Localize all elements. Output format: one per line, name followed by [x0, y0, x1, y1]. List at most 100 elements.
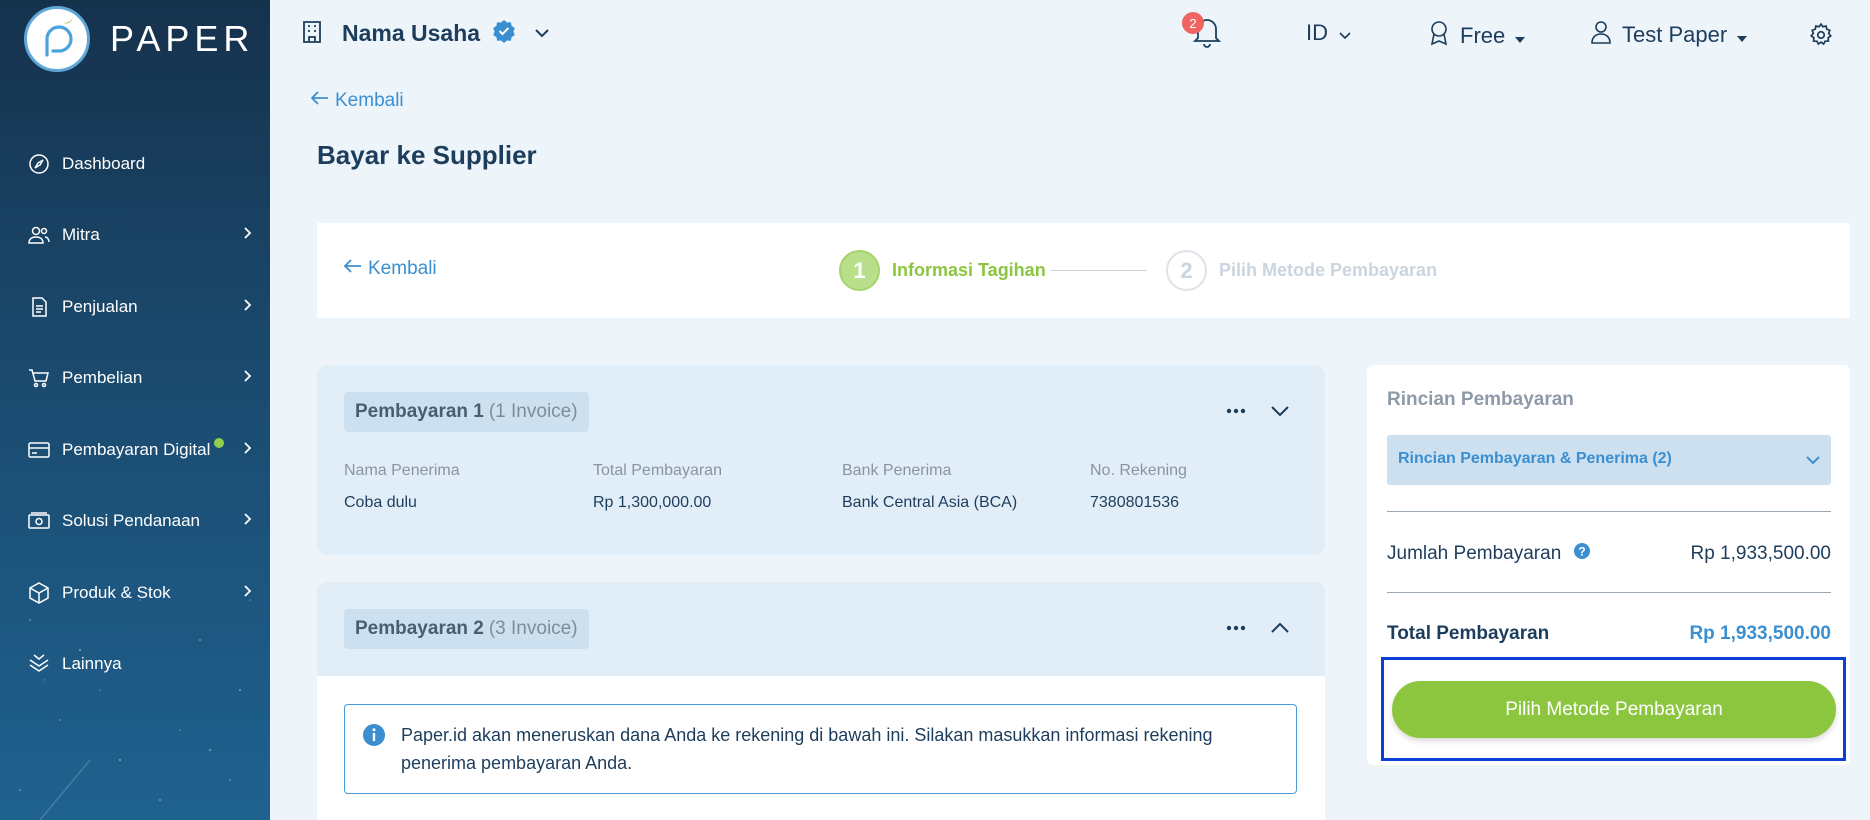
- sidebar-item-produk-stok[interactable]: Produk & Stok: [0, 557, 270, 629]
- payment-title: Pembayaran 2: [355, 618, 484, 639]
- chevron-down-icon: [1338, 20, 1352, 46]
- total-row: Total Pembayaran Rp 1,933,500.00: [1387, 623, 1831, 645]
- recipient-bank: Bank Central Asia (BCA): [842, 494, 1018, 511]
- sidebar-item-solusi-pendanaan[interactable]: Solusi Pendanaan: [0, 486, 270, 558]
- chevron-right-icon: [242, 297, 252, 317]
- notification-button[interactable]: 2: [1182, 12, 1222, 53]
- sidebar-item-label: Dashboard: [62, 153, 146, 173]
- notification-badge: 2: [1182, 12, 1204, 34]
- caret-down-icon: [1515, 23, 1526, 49]
- amount-value: Rp 1,933,500.00: [1690, 543, 1831, 564]
- chevron-right-icon: [242, 511, 252, 531]
- sidebar-item-mitra[interactable]: Mitra: [0, 200, 270, 272]
- chevron-right-icon: [242, 583, 252, 603]
- sidebar-item-dashboard[interactable]: Dashboard: [0, 128, 270, 200]
- payment-title: Pembayaran 1: [355, 401, 484, 422]
- stack-icon: [26, 651, 52, 677]
- payment-title-tag: Pembayaran 1 (1 Invoice): [344, 392, 589, 432]
- chevron-right-icon: [242, 368, 252, 388]
- step-number: 1: [839, 250, 880, 291]
- stepper: Kembali 1 Informasi Tagihan 2 Pilih Meto…: [317, 223, 1850, 318]
- column-label: No. Rekening: [1090, 462, 1187, 479]
- recipient-name: Coba dulu: [344, 494, 417, 511]
- amount-row: Jumlah Pembayaran ? Rp 1,933,500.00: [1387, 542, 1831, 566]
- business-name: Nama Usaha: [342, 20, 481, 46]
- sidebar-item-label: Penjualan: [62, 296, 138, 316]
- cart-icon: [26, 365, 52, 391]
- payment-card-1: Pembayaran 1 (1 Invoice) Nama Penerima T…: [317, 365, 1325, 555]
- column-label: Nama Penerima: [344, 462, 460, 479]
- info-icon: [362, 723, 386, 752]
- users-icon: [26, 222, 52, 248]
- business-selector[interactable]: Nama Usaha: [300, 18, 550, 49]
- paper-logo-icon: [24, 6, 90, 72]
- card-icon: [26, 437, 52, 463]
- user-icon: [1590, 20, 1612, 50]
- sidebar-item-label: Pembelian: [62, 368, 143, 388]
- box-icon: [26, 580, 52, 606]
- step-informasi-tagihan: 1 Informasi Tagihan: [839, 250, 1046, 291]
- sidebar-item-lainnya[interactable]: Lainnya: [0, 629, 270, 701]
- payment-total: Rp 1,300,000.00: [593, 494, 712, 511]
- amount-label: Jumlah Pembayaran: [1387, 543, 1562, 564]
- brand[interactable]: PAPER: [24, 6, 254, 72]
- sidebar-nav: Dashboard Mitra Penjualan Pembelian Pemb…: [0, 128, 270, 700]
- sidebar-item-label: Solusi Pendanaan: [62, 511, 201, 531]
- divider: [1387, 511, 1831, 512]
- sidebar-item-label: Produk & Stok: [62, 582, 171, 602]
- recipient-details-accordion[interactable]: Rincian Pembayaran & Penerima (2): [1387, 435, 1831, 485]
- plan-selector[interactable]: Free: [1428, 20, 1526, 52]
- sidebar-item-label: Mitra: [62, 225, 100, 245]
- total-label: Total Pembayaran: [1387, 623, 1550, 644]
- award-icon: [1428, 20, 1450, 52]
- sidebar-item-pembayaran-digital[interactable]: Pembayaran Digital: [0, 414, 270, 486]
- more-options-icon[interactable]: [1225, 618, 1247, 643]
- chevron-up-icon[interactable]: [1269, 618, 1291, 643]
- chevron-down-icon[interactable]: [1269, 401, 1291, 426]
- verified-badge-icon: [492, 19, 516, 48]
- payment-card-2: Pembayaran 2 (3 Invoice) Paper.id akan m…: [317, 582, 1325, 820]
- arrow-left-icon: [310, 90, 330, 112]
- page-title: Bayar ke Supplier: [317, 140, 537, 170]
- language-selector[interactable]: ID: [1306, 20, 1352, 46]
- svg-text:?: ?: [1579, 545, 1586, 559]
- help-icon[interactable]: ?: [1573, 542, 1591, 566]
- language-label: ID: [1306, 20, 1328, 45]
- sidebar-item-penjualan[interactable]: Penjualan: [0, 271, 270, 343]
- step-pilih-metode: 2 Pilih Metode Pembayaran: [1166, 250, 1437, 291]
- user-menu[interactable]: Test Paper: [1590, 20, 1748, 50]
- column-label: Bank Penerima: [842, 462, 952, 479]
- money-icon: [26, 508, 52, 534]
- arrow-left-icon: [343, 258, 363, 280]
- sidebar-item-label: Pembayaran Digital: [62, 439, 211, 459]
- account-number: 7380801536: [1090, 494, 1179, 511]
- back-link[interactable]: Kembali: [310, 90, 404, 112]
- topbar: Nama Usaha 2 ID Free Test Paper: [270, 0, 1870, 74]
- document-icon: [26, 294, 52, 320]
- accordion-label: Rincian Pembayaran & Penerima (2): [1398, 450, 1672, 467]
- step-label: Pilih Metode Pembayaran: [1219, 260, 1438, 280]
- chevron-right-icon: [242, 225, 252, 245]
- more-options-icon[interactable]: [1225, 401, 1247, 426]
- plan-label: Free: [1460, 23, 1506, 48]
- payment-invoice-count: (1 Invoice): [488, 401, 578, 422]
- bell-icon: [1192, 19, 1222, 52]
- stepper-back-button[interactable]: Kembali: [343, 258, 437, 280]
- sidebar-item-label: Lainnya: [62, 654, 122, 674]
- total-value: Rp 1,933,500.00: [1689, 623, 1831, 644]
- chevron-right-icon: [242, 440, 252, 460]
- settings-button[interactable]: [1808, 22, 1834, 54]
- divider: [1387, 592, 1831, 593]
- payment-summary: Rincian Pembayaran Rincian Pembayaran & …: [1367, 365, 1850, 765]
- step-connector: [1051, 270, 1147, 271]
- choose-payment-method-button[interactable]: Pilih Metode Pembayaran: [1392, 681, 1836, 738]
- stepper-back-label: Kembali: [368, 258, 437, 279]
- chevron-down-icon: [534, 25, 550, 43]
- user-name: Test Paper: [1622, 22, 1728, 47]
- sidebar: PAPER Dashboard Mitra Penjualan Pembelia…: [0, 0, 270, 820]
- sidebar-item-pembelian[interactable]: Pembelian: [0, 343, 270, 415]
- info-alert: Paper.id akan meneruskan dana Anda ke re…: [344, 704, 1297, 794]
- step-label: Informasi Tagihan: [892, 260, 1046, 280]
- step-number: 2: [1166, 250, 1207, 291]
- caret-down-icon: [1737, 22, 1748, 48]
